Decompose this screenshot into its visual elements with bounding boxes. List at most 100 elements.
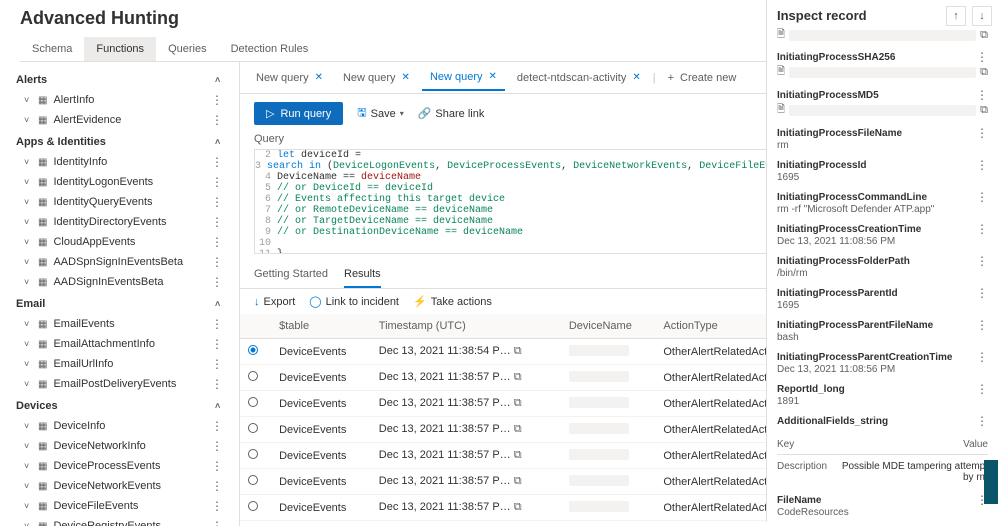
sidebar-item-deviceinfo[interactable]: ˅DeviceInfo⋮: [0, 416, 239, 436]
row-radio[interactable]: [248, 475, 258, 485]
more-icon[interactable]: ⋮: [211, 439, 223, 453]
copy-icon[interactable]: ⧉: [980, 66, 988, 79]
row-radio[interactable]: [248, 371, 258, 381]
more-icon[interactable]: ⋮: [211, 459, 223, 473]
result-tab-results[interactable]: Results: [344, 262, 381, 288]
close-icon[interactable]: ✕: [632, 72, 640, 83]
sidebar-item-aadspnsignineventsbeta[interactable]: ˅AADSpnSignInEventsBeta⋮: [0, 252, 239, 272]
export-button[interactable]: ↓Export: [254, 296, 295, 308]
more-icon[interactable]: ⋮: [211, 255, 223, 269]
copy-icon[interactable]: ⧉: [514, 449, 522, 461]
column-header[interactable]: $table: [271, 314, 371, 339]
more-icon[interactable]: ⋮: [976, 318, 988, 332]
copy-icon[interactable]: ⧉: [514, 345, 522, 357]
sidebar-item-cloudappevents[interactable]: ˅CloudAppEvents⋮: [0, 232, 239, 252]
sidebar-item-alertinfo[interactable]: ˅AlertInfo⋮: [0, 90, 239, 110]
code-line[interactable]: DeviceName == deviceName: [277, 172, 421, 183]
query-tab[interactable]: New query✕: [248, 66, 331, 90]
sidebar-group-alerts[interactable]: Alerts˄: [0, 68, 239, 90]
more-icon[interactable]: ⋮: [211, 519, 223, 526]
code-line[interactable]: let deviceId =: [277, 150, 367, 161]
run-query-button[interactable]: ▷ Run query: [254, 102, 343, 125]
sidebar-group-apps-identities[interactable]: Apps & Identities˄: [0, 130, 239, 152]
row-radio[interactable]: [248, 501, 258, 511]
copy-icon[interactable]: ⧉: [514, 397, 522, 409]
row-radio[interactable]: [248, 423, 258, 433]
column-header[interactable]: [240, 314, 271, 339]
copy-icon[interactable]: ⧉: [980, 104, 988, 117]
sidebar-item-devicenetworkinfo[interactable]: ˅DeviceNetworkInfo⋮: [0, 436, 239, 456]
more-icon[interactable]: ⋮: [211, 195, 223, 209]
sidebar-item-emailpostdeliveryevents[interactable]: ˅EmailPostDeliveryEvents⋮: [0, 374, 239, 394]
more-icon[interactable]: ⋮: [976, 50, 988, 64]
close-icon[interactable]: ✕: [315, 72, 323, 83]
copy-icon[interactable]: ⧉: [514, 475, 522, 487]
sidebar-group-email[interactable]: Email˄: [0, 292, 239, 314]
schema-tab-queries[interactable]: Queries: [156, 37, 219, 61]
sidebar-item-devicefileevents[interactable]: ˅DeviceFileEvents⋮: [0, 496, 239, 516]
result-tab-getting-started[interactable]: Getting Started: [254, 262, 328, 288]
row-radio[interactable]: [248, 345, 258, 355]
column-header[interactable]: DeviceName: [561, 314, 656, 339]
more-icon[interactable]: ⋮: [976, 222, 988, 236]
more-icon[interactable]: ⋮: [211, 377, 223, 391]
more-icon[interactable]: ⋮: [976, 190, 988, 204]
code-line[interactable]: // or TargetDeviceName == deviceName: [277, 216, 493, 227]
code-line[interactable]: // or DestinationDeviceName == deviceNam…: [277, 227, 523, 238]
more-icon[interactable]: ⋮: [976, 254, 988, 268]
sidebar-item-emailurlinfo[interactable]: ˅EmailUrlInfo⋮: [0, 354, 239, 374]
share-link-button[interactable]: 🔗 Share link: [418, 107, 485, 120]
code-line[interactable]: }: [277, 249, 283, 254]
row-radio[interactable]: [248, 449, 258, 459]
more-icon[interactable]: ⋮: [211, 357, 223, 371]
close-icon[interactable]: ✕: [402, 72, 410, 83]
code-line[interactable]: // or RemoteDeviceName == deviceName: [277, 205, 493, 216]
more-icon[interactable]: ⋮: [976, 382, 988, 396]
more-icon[interactable]: ⋮: [211, 155, 223, 169]
take-actions-button[interactable]: ⚡Take actions: [413, 295, 492, 308]
sidebar-item-identityqueryevents[interactable]: ˅IdentityQueryEvents⋮: [0, 192, 239, 212]
sidebar-item-emailevents[interactable]: ˅EmailEvents⋮: [0, 314, 239, 334]
more-icon[interactable]: ⋮: [211, 337, 223, 351]
copy-icon[interactable]: ⧉: [514, 501, 522, 513]
sidebar-item-identitydirectoryevents[interactable]: ˅IdentityDirectoryEvents⋮: [0, 212, 239, 232]
code-line[interactable]: // or DeviceId == deviceId: [277, 183, 433, 194]
more-icon[interactable]: ⋮: [211, 317, 223, 331]
more-icon[interactable]: ⋮: [211, 419, 223, 433]
sidebar-item-deviceregistryevents[interactable]: ˅DeviceRegistryEvents⋮: [0, 516, 239, 526]
more-icon[interactable]: ⋮: [976, 350, 988, 364]
query-tab[interactable]: detect-ntdscan-activity✕: [509, 66, 649, 90]
sidebar-item-devicenetworkevents[interactable]: ˅DeviceNetworkEvents⋮: [0, 476, 239, 496]
more-icon[interactable]: ⋮: [211, 93, 223, 107]
sidebar-item-alertevidence[interactable]: ˅AlertEvidence⋮: [0, 110, 239, 130]
schema-tab-detection-rules[interactable]: Detection Rules: [219, 37, 321, 61]
more-icon[interactable]: ⋮: [976, 286, 988, 300]
nav-down-button[interactable]: ↓: [972, 6, 992, 26]
close-icon[interactable]: ✕: [489, 71, 497, 82]
column-header[interactable]: Timestamp (UTC): [371, 314, 561, 339]
query-tab[interactable]: New query✕: [335, 66, 418, 90]
schema-tab-functions[interactable]: Functions: [84, 37, 156, 61]
link-incident-button[interactable]: ◯Link to incident: [309, 295, 399, 308]
more-icon[interactable]: ⋮: [211, 215, 223, 229]
side-handle[interactable]: [984, 460, 998, 504]
sidebar-item-identityinfo[interactable]: ˅IdentityInfo⋮: [0, 152, 239, 172]
copy-icon[interactable]: ⧉: [514, 423, 522, 435]
more-icon[interactable]: ⋮: [211, 275, 223, 289]
more-icon[interactable]: ⋮: [976, 88, 988, 102]
sidebar-item-identitylogonevents[interactable]: ˅IdentityLogonEvents⋮: [0, 172, 239, 192]
sidebar-group-devices[interactable]: Devices˄: [0, 394, 239, 416]
query-tab[interactable]: New query✕: [422, 65, 505, 91]
row-radio[interactable]: [248, 397, 258, 407]
nav-up-button[interactable]: ↑: [946, 6, 966, 26]
more-icon[interactable]: ⋮: [211, 235, 223, 249]
more-icon[interactable]: ⋮: [976, 126, 988, 140]
schema-tab-schema[interactable]: Schema: [20, 37, 84, 61]
more-icon[interactable]: ⋮: [211, 499, 223, 513]
copy-icon[interactable]: ⧉: [514, 371, 522, 383]
copy-icon[interactable]: ⧉: [980, 29, 988, 42]
save-button[interactable]: 🖫 Save ▾: [357, 104, 403, 123]
code-line[interactable]: // Events affecting this target device: [277, 194, 505, 205]
create-new-tab-button[interactable]: +Create new: [660, 66, 745, 90]
more-icon[interactable]: ⋮: [211, 175, 223, 189]
